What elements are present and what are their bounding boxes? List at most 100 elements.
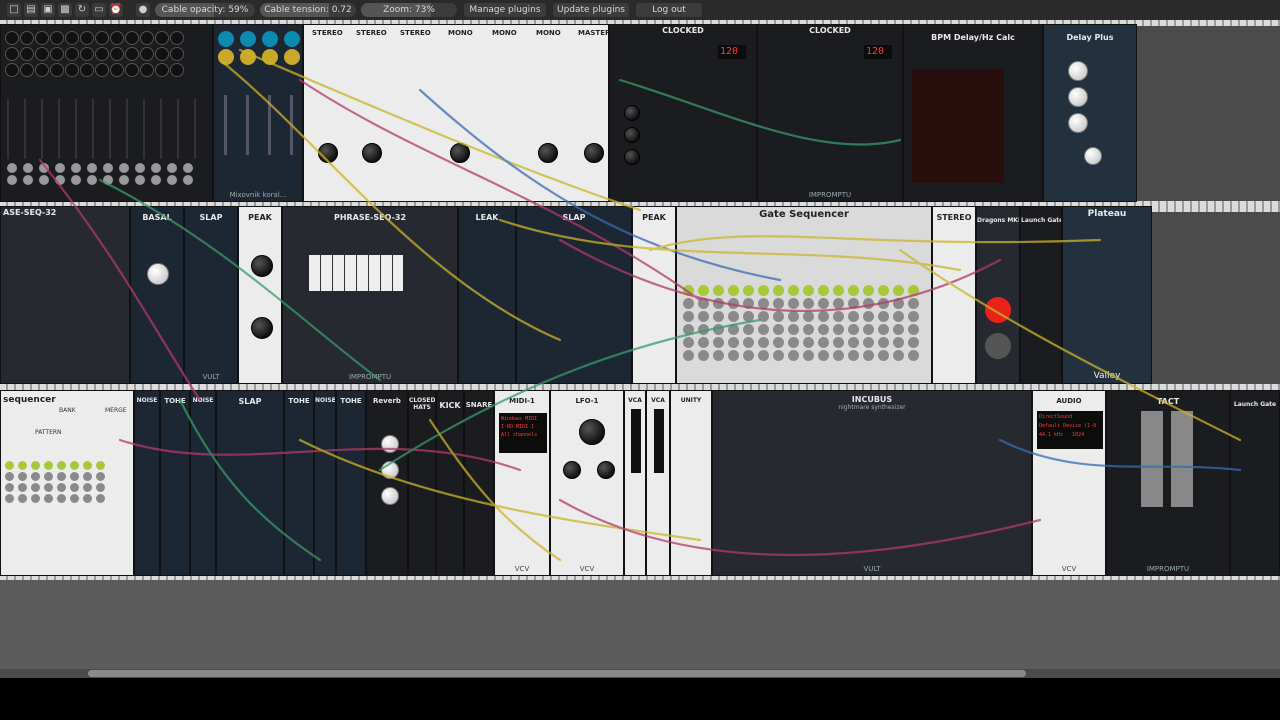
mixovnik-aux-module[interactable]: Mixovnik koral... — [213, 24, 303, 202]
mixer-module[interactable] — [0, 24, 213, 202]
cable-opacity-slider[interactable]: Cable opacity: 59% — [155, 3, 255, 17]
freq-knob[interactable] — [579, 419, 605, 445]
lfo-1-module[interactable]: LFO-1 VCV — [550, 390, 624, 576]
basal-module[interactable]: BASAL — [130, 206, 184, 384]
snare-module[interactable]: SNARE — [464, 390, 494, 576]
save-as-icon[interactable]: ▩ — [58, 3, 72, 17]
slap-module-2[interactable]: SLAP — [516, 206, 632, 384]
ratio-knob[interactable] — [624, 149, 640, 165]
kick-module[interactable]: KICK — [436, 390, 464, 576]
ratio-knob[interactable] — [624, 127, 640, 143]
delay-plus-module[interactable]: Delay Plus — [1043, 24, 1137, 202]
module-title: NOISE — [315, 397, 336, 404]
module-brand: VCV — [1061, 565, 1077, 573]
fader-bank[interactable] — [7, 99, 207, 159]
noise-module[interactable]: NOISE — [134, 390, 160, 576]
pitch-knob[interactable] — [147, 263, 169, 285]
slap-module-3[interactable]: SLAP — [216, 390, 284, 576]
module-title: PEAK — [642, 213, 666, 222]
step-grid[interactable] — [5, 461, 107, 503]
feedback-knob[interactable] — [1068, 87, 1088, 107]
gain-knob[interactable] — [538, 143, 558, 163]
open-file-icon[interactable]: ▤ — [24, 3, 38, 17]
save-icon[interactable]: ▣ — [41, 3, 55, 17]
leak-module[interactable]: LEAK — [458, 206, 516, 384]
tact-pad-left[interactable] — [1141, 411, 1163, 507]
tact-pad-right[interactable] — [1171, 411, 1193, 507]
color-knob[interactable] — [1068, 113, 1088, 133]
gate-sequencer-module[interactable]: Gate Sequencer — [676, 206, 932, 384]
reverb-module[interactable]: Reverb — [366, 390, 408, 576]
fader-bank[interactable] — [224, 95, 294, 155]
audio-device-display[interactable]: DirectSound Default Device (1-8 44.1 kHz… — [1037, 411, 1103, 449]
gain-knob[interactable] — [584, 143, 604, 163]
step-grid[interactable] — [683, 285, 921, 361]
vca-module-2[interactable]: VCA — [646, 390, 670, 576]
module-rack[interactable]: Mixovnik koral... STEREO STEREO STEREO M… — [0, 20, 1280, 580]
momentary-button[interactable] — [985, 333, 1011, 359]
midi-device-display[interactable]: Windows MIDI I-RO MIDI 1 All channels — [499, 413, 547, 453]
noise-module-2[interactable]: NOISE — [190, 390, 216, 576]
empty-rack-area[interactable] — [0, 580, 1280, 680]
module-title: LEAK — [475, 213, 499, 222]
log-out-button[interactable]: Log out — [636, 3, 702, 17]
disconnect-icon[interactable]: ▭ — [92, 3, 106, 17]
gain-knob[interactable] — [318, 143, 338, 163]
sequencer-module[interactable]: sequencer BANK MERGE PATTERN — [0, 390, 134, 576]
pw-knob[interactable] — [563, 461, 581, 479]
revert-icon[interactable]: ↻ — [75, 3, 89, 17]
scrollbar-thumb[interactable] — [88, 670, 1026, 677]
audio-module[interactable]: AUDIO DirectSound Default Device (1-8 44… — [1032, 390, 1106, 576]
gain-knob[interactable] — [450, 143, 470, 163]
mix-knob[interactable] — [1084, 147, 1102, 165]
mixer-channels-module[interactable]: STEREO STEREO STEREO MONO MONO MONO MAST… — [303, 24, 609, 202]
horizontal-scrollbar[interactable] — [0, 669, 1280, 678]
peak-module-2[interactable]: PEAK — [632, 206, 676, 384]
dragons-module[interactable]: Dragons MKII — [976, 206, 1020, 384]
ratio-knob[interactable] — [624, 105, 640, 121]
launch-gate-module[interactable]: Launch Gate — [1020, 206, 1062, 384]
tohe-module-3[interactable]: TOHE — [336, 390, 366, 576]
zoom-slider[interactable]: Zoom: 73% — [361, 3, 457, 17]
latch-button[interactable] — [985, 297, 1011, 323]
incubus-module[interactable]: INCUBUS nightmare synthesizer VULT — [712, 390, 1032, 576]
tact-module[interactable]: TACT IMPROMPTU — [1106, 390, 1230, 576]
power-meter-icon[interactable]: ⏰ — [109, 3, 123, 17]
launch-gate-module-2[interactable]: Launch Gate — [1230, 390, 1280, 576]
closed-hats-module[interactable]: CLOSED HATS — [408, 390, 436, 576]
cable-tension-slider[interactable]: Cable tension: 0.72 — [260, 3, 356, 17]
unity-module[interactable]: UNITY — [670, 390, 712, 576]
mix-knob[interactable] — [381, 487, 399, 505]
gain-knob[interactable] — [362, 143, 382, 163]
bpm-delay-calc-module[interactable]: BPM Delay/Hz Calc — [903, 24, 1043, 202]
time-knob[interactable] — [1068, 61, 1088, 81]
phrase-seq-32-module[interactable]: PHRASE-SEQ-32 IMPROMPTU — [282, 206, 458, 384]
module-title: PEAK — [248, 213, 272, 222]
module-title: BPM Delay/Hz Calc — [931, 33, 1015, 42]
size-knob[interactable] — [381, 435, 399, 453]
peak-module[interactable]: PEAK — [238, 206, 282, 384]
plateau-module[interactable]: Plateau Valley — [1062, 206, 1152, 384]
vca-module[interactable]: VCA — [624, 390, 646, 576]
noise-module-3[interactable]: NOISE — [314, 390, 336, 576]
tohe-module-2[interactable]: TOHE — [284, 390, 314, 576]
decay-knob[interactable] — [381, 461, 399, 479]
manage-plugins-button[interactable]: Manage plugins — [464, 3, 546, 17]
midi-1-module[interactable]: MIDI-1 Windows MIDI I-RO MIDI 1 All chan… — [494, 390, 550, 576]
lock-icon[interactable]: ● — [136, 3, 150, 17]
module-title: CLOCKED — [662, 26, 704, 35]
fm-knob[interactable] — [597, 461, 615, 479]
stereo-module[interactable]: STEREO — [932, 206, 976, 384]
clocked-module-2[interactable]: CLOCKED 120 IMPROMPTU — [757, 24, 903, 202]
new-file-icon[interactable]: □ — [7, 3, 21, 17]
slap-module[interactable]: SLAP VULT — [184, 206, 238, 384]
resonance-knob[interactable] — [251, 317, 273, 339]
cutoff-knob[interactable] — [251, 255, 273, 277]
piano-keys[interactable] — [309, 255, 403, 291]
module-title: NOISE — [136, 397, 158, 404]
phrase-seq-module[interactable]: ASE-SEQ-32 — [0, 206, 130, 384]
toolbar: □ ▤ ▣ ▩ ↻ ▭ ⏰ ● Cable opacity: 59% Cable… — [0, 0, 1280, 21]
update-plugins-button[interactable]: Update plugins — [553, 3, 629, 17]
tohe-module[interactable]: TOHE — [160, 390, 190, 576]
clocked-module[interactable]: CLOCKED 120 — [609, 24, 757, 202]
